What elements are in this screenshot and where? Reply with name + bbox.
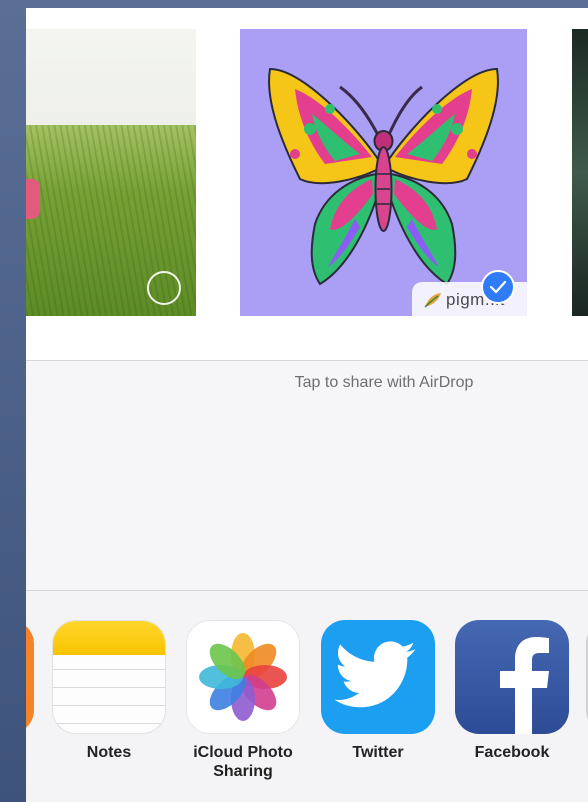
checkmark-icon: [489, 280, 507, 294]
photo-grass-field[interactable]: [26, 29, 196, 316]
photo-butterfly[interactable]: pigm..it: [240, 29, 527, 316]
app-tile-partial[interactable]: [26, 620, 34, 734]
twitter-app-icon[interactable]: [321, 620, 435, 734]
photo-strip[interactable]: pigm..it: [26, 8, 588, 360]
facebook-app-icon[interactable]: [455, 620, 569, 734]
divider-top: [26, 360, 588, 361]
twitter-bird-icon: [334, 641, 416, 708]
share-sheet: pigm..it Tap to share with AirDrop Notes: [26, 8, 588, 802]
notes-line: [53, 723, 165, 724]
photo-night-city[interactable]: [572, 29, 588, 316]
photo-sky: [26, 29, 196, 125]
notes-header: [53, 621, 165, 655]
leaf-logo-icon: [424, 293, 441, 308]
share-apps-row: Notes iCloud Photo Sharing Twitter Faceb…: [26, 591, 588, 802]
selection-checkmark[interactable]: [481, 270, 515, 304]
background-left: [0, 0, 26, 802]
notes-line: [53, 705, 165, 706]
icloud-photo-sharing-label[interactable]: iCloud Photo Sharing: [173, 743, 313, 781]
notes-line: [53, 687, 165, 688]
notes-app-icon[interactable]: [52, 620, 166, 734]
butterfly-illustration: [268, 67, 499, 286]
photo-subject: [26, 179, 40, 219]
notes-line: [53, 669, 165, 670]
twitter-label[interactable]: Twitter: [308, 743, 448, 762]
photos-app-icon[interactable]: [186, 620, 300, 734]
facebook-label[interactable]: Facebook: [442, 743, 582, 762]
notes-label[interactable]: Notes: [39, 743, 179, 762]
background-top: [0, 0, 588, 8]
facebook-f-icon: [500, 637, 549, 734]
airdrop-hint: Tap to share with AirDrop: [294, 374, 474, 391]
photos-flower-icon: [199, 633, 287, 721]
selection-circle-empty[interactable]: [147, 271, 181, 305]
